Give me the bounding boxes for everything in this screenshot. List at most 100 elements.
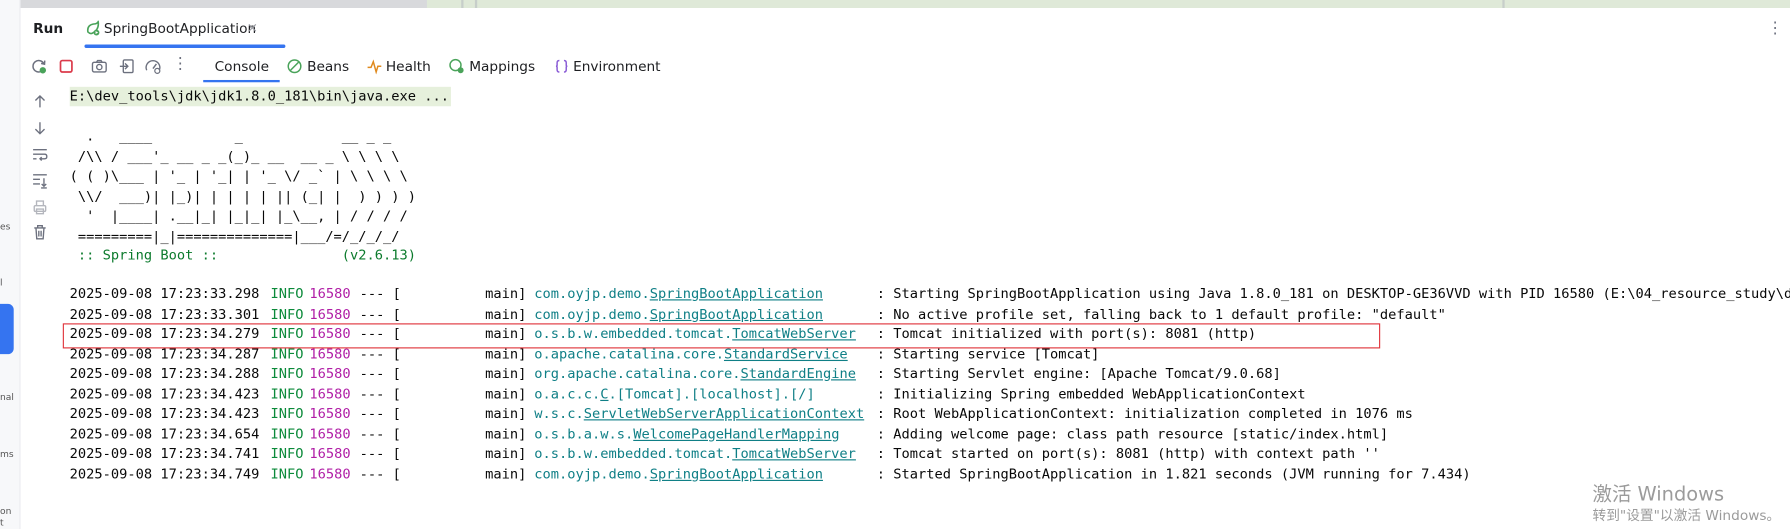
- tab-health[interactable]: Health: [366, 50, 437, 82]
- log-pid: 16580: [309, 445, 351, 462]
- logger-package: o.s.b.w.embedded.tomcat.: [534, 445, 733, 462]
- sidebar-label-fragment[interactable]: ms: [0, 449, 14, 459]
- log-separator: --- [: [359, 385, 401, 402]
- spring-banner-line: . ____ _ __ _ _: [69, 127, 392, 144]
- log-separator: --- [: [359, 305, 401, 322]
- log-logger[interactable]: o.s.b.a.w.s.WelcomePageHandlerMapping: [534, 424, 839, 444]
- log-thread: main]: [485, 385, 527, 402]
- sidebar-label-fragment[interactable]: nal: [0, 392, 14, 402]
- log-message: : Adding welcome page: class path resour…: [876, 425, 1389, 442]
- log-thread: main]: [485, 465, 527, 482]
- log-level: INFO: [270, 445, 304, 462]
- spring-banner-line: /\\ / ___'_ __ _ _(_)_ __ __ _ \ \ \ \: [69, 147, 400, 164]
- logger-package: com.oyjp.demo.: [534, 305, 650, 322]
- windows-activation-hint: 转到"设置"以激活 Windows。: [1592, 507, 1781, 524]
- spring-banner-line: =========|_|==============|___/=/_/_/_/: [69, 227, 400, 244]
- tab-mappings[interactable]: Mappings: [449, 50, 540, 82]
- logger-class-link[interactable]: SpringBootApplication: [650, 286, 823, 302]
- login-icon[interactable]: [118, 57, 136, 75]
- sidebar-label-fragment[interactable]: l: [0, 278, 3, 288]
- log-timestamp: 2025-09-08 17:23:33.298: [69, 285, 260, 302]
- logger-class-link[interactable]: WelcomePageHandlerMapping: [633, 426, 839, 442]
- console-output[interactable]: E:\dev_tools\jdk\jdk1.8.0_181\bin\java.e…: [69, 85, 1790, 529]
- log-thread: main]: [485, 365, 527, 382]
- java-command-line[interactable]: E:\dev_tools\jdk\jdk1.8.0_181\bin\java.e…: [69, 86, 452, 107]
- log-message: : Started SpringBootApplication in 1.821…: [876, 465, 1471, 482]
- log-logger[interactable]: org.apache.catalina.core.StandardEngine: [534, 364, 856, 384]
- mappings-icon: [449, 58, 464, 74]
- log-message: : Tomcat started on port(s): 8081 (http)…: [876, 445, 1380, 462]
- print-icon[interactable]: [31, 198, 49, 216]
- log-timestamp: 2025-09-08 17:23:33.301: [69, 305, 260, 322]
- close-tab-icon[interactable]: ×: [247, 19, 258, 35]
- log-message: : Starting Servlet engine: [Apache Tomca…: [876, 365, 1281, 382]
- sidebar-label-fragment[interactable]: t: [0, 518, 4, 528]
- tab-beans[interactable]: Beans: [287, 50, 355, 82]
- trash-icon[interactable]: [31, 223, 49, 241]
- tab-environment-label: Environment: [573, 58, 661, 75]
- spring-banner-line: \\/ ___)| |_)| | | | | || (_| | ) ) ) ): [69, 187, 417, 204]
- logger-class-link[interactable]: TomcatWebServer: [732, 446, 856, 462]
- tab-console[interactable]: Console: [203, 50, 280, 83]
- logger-class-link[interactable]: StandardEngine: [740, 366, 855, 382]
- log-level: INFO: [270, 465, 304, 482]
- soft-wrap-icon[interactable]: [31, 145, 49, 163]
- log-level: INFO: [270, 365, 304, 382]
- log-logger[interactable]: com.oyjp.demo.SpringBootApplication: [534, 304, 823, 324]
- log-timestamp: 2025-09-08 17:23:34.423: [69, 405, 260, 422]
- log-logger[interactable]: com.oyjp.demo.SpringBootApplication: [534, 284, 823, 304]
- left-tool-sidebar: es l nal ms on t: [0, 0, 21, 529]
- sidebar-label-fragment[interactable]: on: [0, 506, 11, 516]
- arrow-down-icon[interactable]: [31, 119, 49, 137]
- tab-beans-label: Beans: [307, 58, 350, 75]
- log-message: : Initializing Spring embedded WebApplic…: [876, 385, 1306, 402]
- active-tab-underline: [84, 44, 286, 48]
- run-panel-title: Run: [33, 20, 64, 37]
- log-level: INFO: [270, 385, 304, 402]
- spring-boot-run-icon: [86, 20, 100, 36]
- log-logger[interactable]: w.s.c.ServletWebServerApplicationContext: [534, 404, 864, 424]
- rerun-icon[interactable]: [30, 57, 48, 75]
- strip-divider: [474, 0, 478, 8]
- log-separator: --- [: [359, 445, 401, 462]
- camera-icon[interactable]: [90, 57, 108, 75]
- log-logger[interactable]: com.oyjp.demo.SpringBootApplication: [534, 464, 823, 484]
- logger-package: w.s.c.: [534, 405, 584, 422]
- log-separator: --- [: [359, 365, 401, 382]
- logger-class-link[interactable]: SpringBootApplication: [650, 466, 823, 482]
- log-logger[interactable]: o.a.c.c.C.[Tomcat].[localhost].[/]: [534, 384, 814, 404]
- run-config-tab[interactable]: SpringBootApplication ×: [84, 9, 286, 48]
- log-level: INFO: [270, 305, 304, 322]
- scroll-to-end-icon[interactable]: [31, 171, 49, 189]
- log-separator: --- [: [359, 405, 401, 422]
- run-panel-header: Run SpringBootApplication × ⋮: [21, 9, 1790, 48]
- spring-banner-line: ' |____| .__|_| |_|_| |_\__, | / / / /: [69, 207, 408, 224]
- log-pid: 16580: [309, 425, 351, 442]
- more-actions-icon[interactable]: ⋮: [172, 55, 188, 73]
- logger-class-link[interactable]: C: [600, 386, 608, 402]
- log-logger[interactable]: o.s.b.w.embedded.tomcat.TomcatWebServer: [534, 444, 856, 464]
- editor-tab-strip-left: [20, 0, 427, 8]
- tab-health-label: Health: [385, 58, 431, 75]
- tab-console-label: Console: [214, 58, 270, 75]
- log-timestamp: 2025-09-08 17:23:34.288: [69, 365, 260, 382]
- log-pid: 16580: [309, 465, 351, 482]
- logger-class-link[interactable]: ServletWebServerApplicationContext: [584, 406, 864, 422]
- logger-class-link[interactable]: SpringBootApplication: [650, 306, 823, 322]
- logger-package: com.oyjp.demo.: [534, 465, 650, 482]
- sidebar-label-fragment[interactable]: es: [0, 222, 10, 232]
- gauge-icon[interactable]: [144, 57, 162, 75]
- stop-icon[interactable]: [57, 57, 75, 75]
- tab-environment[interactable]: Environment: [554, 50, 668, 82]
- sidebar-active-item[interactable]: [0, 303, 14, 355]
- console-side-toolbar: [21, 85, 62, 529]
- environment-icon: [555, 59, 568, 73]
- arrow-up-icon[interactable]: [31, 93, 49, 111]
- logger-suffix: .[Tomcat].[localhost].[/]: [608, 385, 815, 402]
- health-icon: [367, 59, 382, 75]
- logger-package: com.oyjp.demo.: [534, 285, 650, 302]
- log-level: INFO: [270, 405, 304, 422]
- more-options-icon[interactable]: ⋮: [1767, 19, 1783, 37]
- log-pid: 16580: [309, 365, 351, 382]
- tab-mappings-label: Mappings: [469, 58, 536, 75]
